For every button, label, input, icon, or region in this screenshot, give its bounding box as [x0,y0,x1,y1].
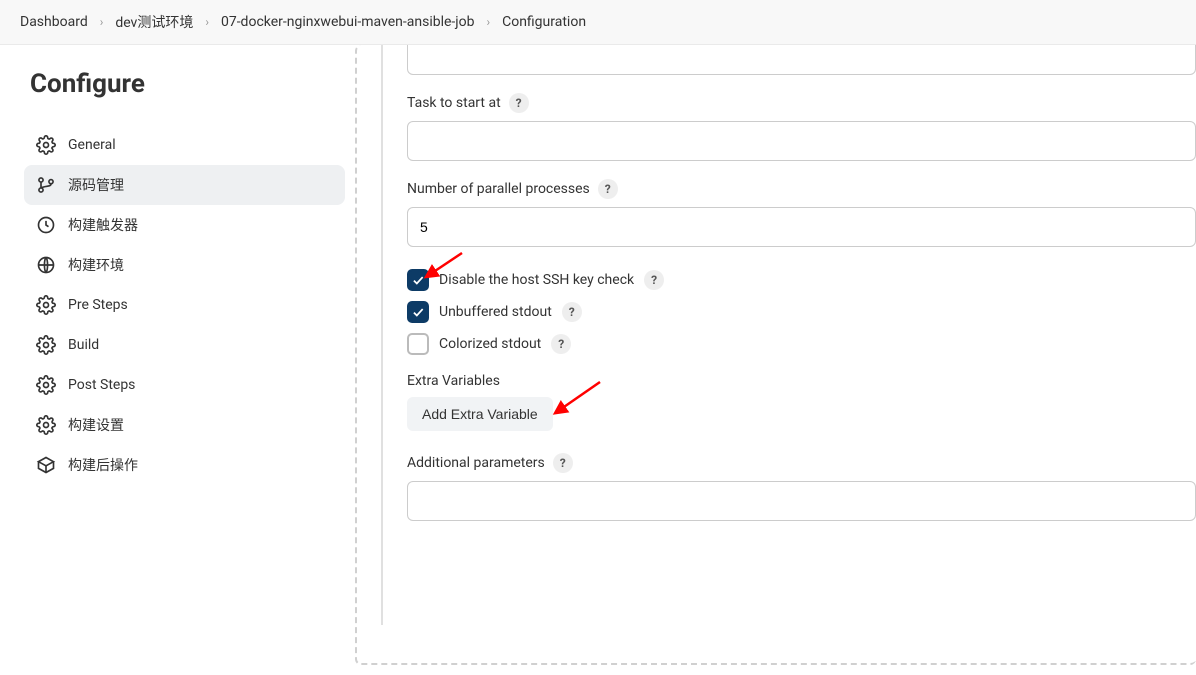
page-title: Configure [24,69,345,99]
chevron-right-icon: › [205,15,209,29]
sidebar-item-label: Build [68,337,99,353]
sidebar-item-label: 源码管理 [68,175,124,195]
sidebar-item-scm[interactable]: 源码管理 [24,165,345,205]
help-icon[interactable]: ? [551,334,571,354]
sidebar-item-label: 构建环境 [68,255,124,275]
unbuffered-checkbox[interactable] [407,301,429,323]
sidebar-item-label: 构建设置 [68,415,124,435]
help-icon[interactable]: ? [509,93,529,113]
breadcrumb-env[interactable]: dev测试环境 [115,12,193,32]
disable-ssh-checkbox[interactable] [407,269,429,291]
colorized-label: Colorized stdout [439,336,541,352]
sidebar-item-label: Pre Steps [68,297,128,313]
parallel-label: Number of parallel processes [407,181,590,197]
globe-icon [36,255,56,275]
help-icon[interactable]: ? [598,179,618,199]
sidebar: Configure General 源码管理 构建触发器 [0,45,355,674]
prev-field-input[interactable] [407,45,1196,75]
disable-ssh-label: Disable the host SSH key check [439,272,634,288]
sidebar-item-build[interactable]: Build [24,325,345,365]
clock-icon [36,215,56,235]
sidebar-item-label: General [68,137,116,153]
sidebar-item-general[interactable]: General [24,125,345,165]
breadcrumb: Dashboard › dev测试环境 › 07-docker-nginxweb… [0,0,1196,45]
gear-icon [36,335,56,355]
box-icon [36,455,56,475]
sidebar-item-label: 构建后操作 [68,455,138,475]
add-extra-variable-button[interactable]: Add Extra Variable [407,397,553,431]
sidebar-item-label: 构建触发器 [68,215,138,235]
additional-params-input[interactable] [407,481,1196,521]
branch-icon [36,175,56,195]
sidebar-item-pre-steps[interactable]: Pre Steps [24,285,345,325]
sidebar-item-label: Post Steps [68,377,135,393]
help-icon[interactable]: ? [644,270,664,290]
help-icon[interactable]: ? [553,453,573,473]
parallel-input[interactable] [407,207,1196,247]
additional-params-label: Additional parameters [407,455,545,471]
gear-icon [36,415,56,435]
sidebar-item-triggers[interactable]: 构建触发器 [24,205,345,245]
help-icon[interactable]: ? [562,302,582,322]
unbuffered-label: Unbuffered stdout [439,304,552,320]
extra-vars-label: Extra Variables [407,373,500,389]
sidebar-item-build-env[interactable]: 构建环境 [24,245,345,285]
main-content: Task to start at ? Number of parallel pr… [355,45,1196,674]
task-start-label: Task to start at [407,95,501,111]
breadcrumb-dashboard[interactable]: Dashboard [20,14,88,30]
gear-icon [36,135,56,155]
breadcrumb-configuration[interactable]: Configuration [502,14,586,30]
sidebar-item-build-settings[interactable]: 构建设置 [24,405,345,445]
sidebar-item-post-actions[interactable]: 构建后操作 [24,445,345,485]
gear-icon [36,295,56,315]
breadcrumb-job[interactable]: 07-docker-nginxwebui-maven-ansible-job [221,14,475,30]
colorized-checkbox[interactable] [407,333,429,355]
gear-icon [36,375,56,395]
button-label: Add Extra Variable [422,406,538,422]
chevron-right-icon: › [486,15,490,29]
divider [381,45,383,625]
chevron-right-icon: › [100,15,104,29]
task-start-input[interactable] [407,121,1196,161]
sidebar-item-post-steps[interactable]: Post Steps [24,365,345,405]
build-step-container: Task to start at ? Number of parallel pr… [355,45,1196,665]
